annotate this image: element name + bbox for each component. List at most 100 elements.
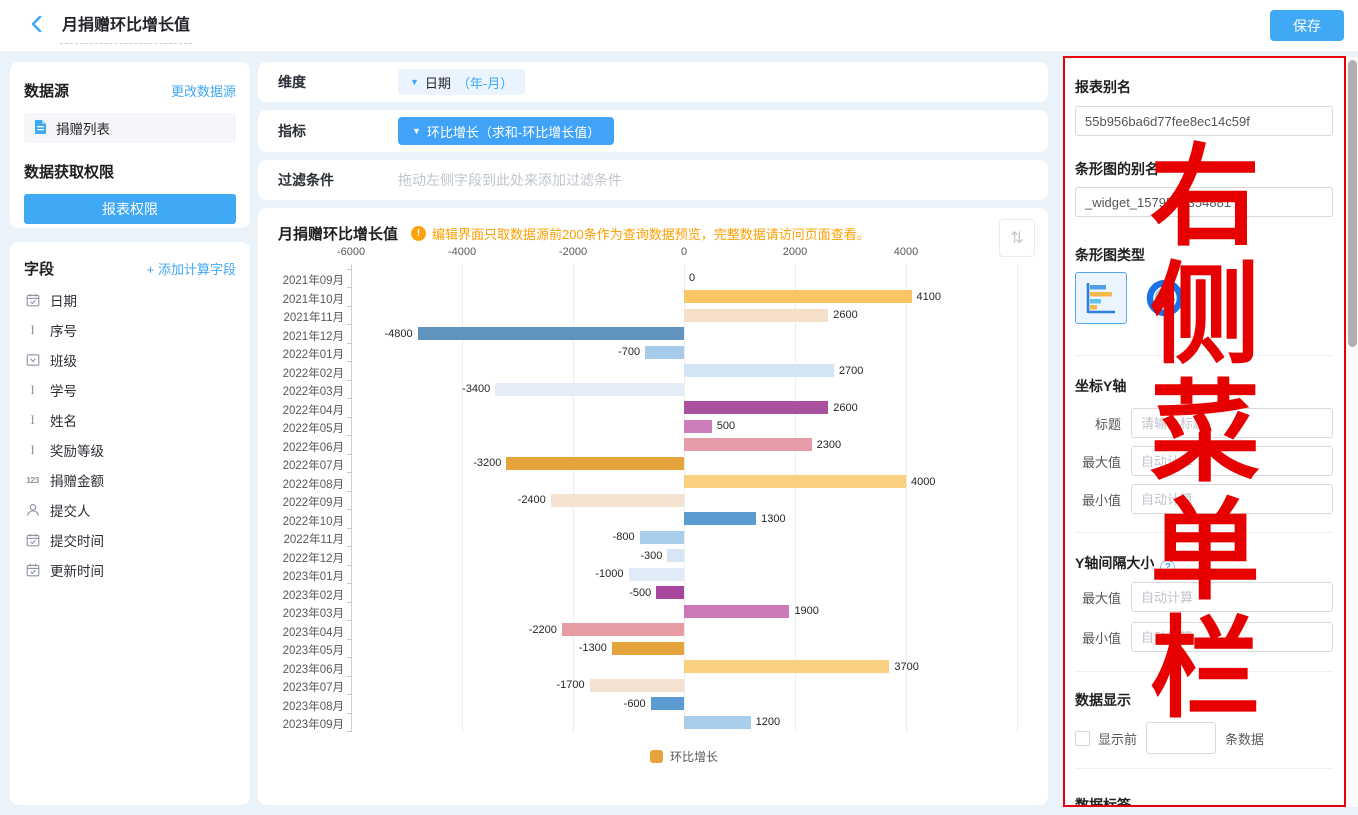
gap-min-input[interactable] [1131, 622, 1333, 652]
value-label: -800 [613, 531, 635, 543]
field-item[interactable]: I学号 [24, 375, 236, 405]
y-axis-tick [347, 398, 351, 399]
legend-swatch [650, 750, 663, 763]
filter-label: 过滤条件 [278, 170, 398, 190]
field-item[interactable]: 班级 [24, 345, 236, 375]
y-axis-tick [347, 731, 351, 732]
field-item[interactable]: 更新时间 [24, 555, 236, 585]
bar-chart: -6000-4000-200002000400060002021年09月0202… [258, 208, 1048, 805]
field-item[interactable]: 日期 [24, 285, 236, 315]
metric-chip[interactable]: ▼ 环比增长（求和-环比增长值） [398, 117, 614, 145]
back-button[interactable] [26, 16, 46, 36]
category-label: 2021年09月 [262, 272, 344, 288]
dimension-chip[interactable]: ▼ 日期 （年-月） [398, 69, 525, 95]
value-label: 2600 [833, 309, 857, 321]
bar[interactable] [684, 512, 756, 525]
bar[interactable] [506, 457, 684, 470]
gap-max-input[interactable] [1131, 582, 1333, 612]
help-icon[interactable]: ? [1160, 560, 1175, 575]
axis-max-input[interactable] [1131, 446, 1333, 476]
report-alias-input[interactable] [1075, 106, 1333, 136]
value-label: 4000 [911, 476, 935, 488]
field-item-label: 班级 [50, 350, 77, 370]
value-label: 0 [689, 272, 695, 284]
bar[interactable] [684, 364, 834, 377]
data-display-title: 数据显示 [1075, 690, 1333, 710]
category-label: 2022年03月 [262, 383, 344, 399]
horizontal-bar-chart-type-icon[interactable] [1075, 272, 1127, 324]
bar[interactable] [684, 475, 906, 488]
bar[interactable] [590, 679, 684, 692]
add-calc-field-link[interactable]: + 添加计算字段 [147, 259, 236, 278]
bar[interactable] [562, 623, 684, 636]
save-button[interactable]: 保存 [1270, 10, 1344, 41]
chart-card: -6000-4000-200002000400060002021年09月0202… [258, 208, 1048, 805]
value-label: 2600 [833, 402, 857, 414]
datasource-item[interactable]: 捐赠列表 [24, 113, 236, 143]
category-label: 2022年09月 [262, 494, 344, 510]
value-label: 4100 [917, 291, 941, 303]
category-label: 2023年06月 [262, 661, 344, 677]
value-label: -3200 [473, 457, 501, 469]
y-axis-tick [347, 546, 351, 547]
radial-bar-chart-type-icon[interactable] [1145, 278, 1185, 318]
field-item[interactable]: I奖励等级 [24, 435, 236, 465]
bar[interactable] [684, 660, 889, 673]
category-label: 2022年06月 [262, 439, 344, 455]
bar[interactable] [684, 605, 789, 618]
scrollbar-thumb[interactable] [1348, 60, 1357, 347]
widget-alias-input[interactable] [1075, 187, 1333, 217]
row-count-input[interactable] [1146, 722, 1216, 754]
field-item[interactable]: I姓名 [24, 405, 236, 435]
data-label-title: 数据标签 [1075, 795, 1333, 807]
value-label: -4800 [384, 328, 412, 340]
filter-row[interactable]: 过滤条件 拖动左侧字段到此处来添加过滤条件 [258, 160, 1048, 200]
bar[interactable] [684, 309, 828, 322]
y-axis-tick [347, 287, 351, 288]
bar[interactable] [612, 642, 684, 655]
category-label: 2022年01月 [262, 346, 344, 362]
bar[interactable] [629, 568, 685, 581]
axis-max-label: 最大值 [1075, 452, 1121, 471]
value-label: 2300 [817, 439, 841, 451]
bar[interactable] [651, 697, 684, 710]
bar[interactable] [684, 290, 912, 303]
bar[interactable] [684, 401, 828, 414]
show-first-checkbox[interactable] [1075, 731, 1090, 746]
bar[interactable] [667, 549, 684, 562]
bar[interactable] [551, 494, 684, 507]
bar[interactable] [656, 586, 684, 599]
y-axis-tick [347, 602, 351, 603]
bar[interactable] [684, 716, 751, 729]
change-datasource-link[interactable]: 更改数据源 [171, 81, 236, 100]
widget-alias-title: 条形图的别名 [1075, 159, 1333, 179]
category-label: 2023年08月 [262, 698, 344, 714]
category-label: 2023年02月 [262, 587, 344, 603]
legend-item[interactable]: 环比增长 [650, 748, 718, 765]
datasource-title: 数据源 [24, 80, 69, 101]
field-item[interactable]: 提交人 [24, 495, 236, 525]
value-label: 1900 [794, 605, 818, 617]
report-permission-button[interactable]: 报表权限 [24, 194, 236, 224]
dimension-label: 维度 [278, 72, 398, 92]
value-label: 3700 [894, 661, 918, 673]
value-label: -300 [640, 550, 662, 562]
bar[interactable] [684, 438, 812, 451]
bar[interactable] [684, 420, 712, 433]
axis-title-input[interactable] [1131, 408, 1333, 438]
fields-title: 字段 [24, 258, 54, 279]
bar[interactable] [495, 383, 684, 396]
field-item[interactable]: 123捐赠金额 [24, 465, 236, 495]
field-item[interactable]: 提交时间 [24, 525, 236, 555]
sort-button[interactable]: ⇅ [999, 219, 1035, 257]
datasource-card: 数据源 更改数据源 捐赠列表 数据获取权限 报表权限 [10, 62, 250, 228]
y-axis-tick [347, 491, 351, 492]
bar[interactable] [640, 531, 684, 544]
field-item[interactable]: I序号 [24, 315, 236, 345]
text-icon: I [24, 322, 41, 338]
y-axis-tick [347, 324, 351, 325]
axis-min-input[interactable] [1131, 484, 1333, 514]
y-axis-tick [347, 583, 351, 584]
bar[interactable] [418, 327, 684, 340]
bar[interactable] [645, 346, 684, 359]
